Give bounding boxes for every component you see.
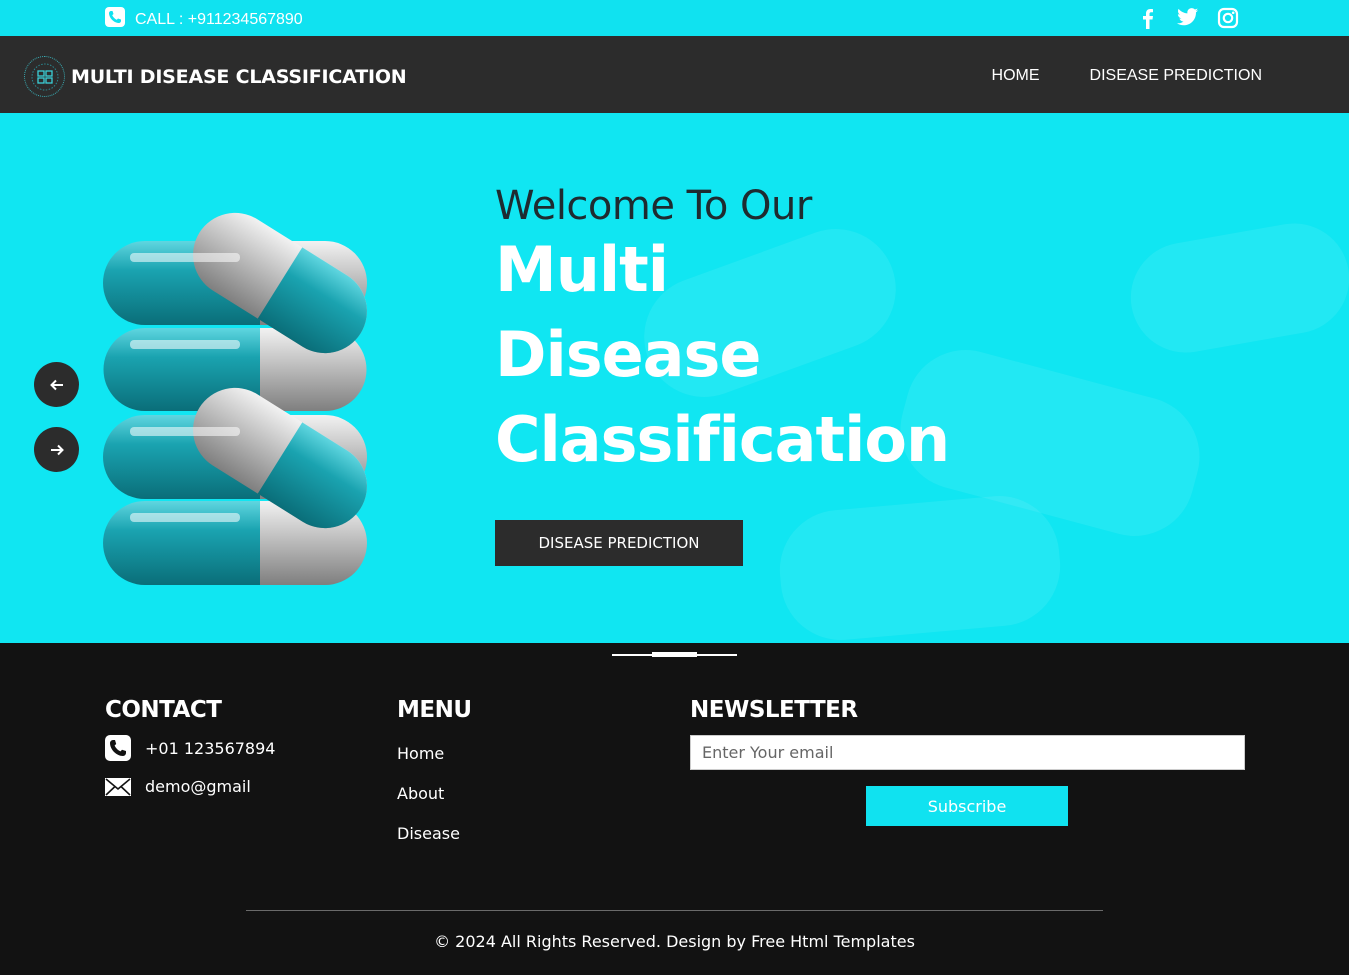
footer-newsletter: NEWSLETTER (690, 697, 858, 723)
facebook-icon[interactable] (1137, 7, 1159, 29)
nav-links: HOME DISEASE PREDICTION (992, 67, 1262, 85)
contact-email-row[interactable]: demo@gmail (105, 773, 251, 799)
phone-icon (105, 7, 125, 32)
brand-logo-icon (24, 56, 65, 97)
top-bar: CALL : +911234567890 (0, 0, 1349, 36)
slider-indicator[interactable] (697, 653, 737, 656)
copyright-text: © 2024 All Rights Reserved. Design by Fr… (434, 932, 915, 951)
menu-heading: MENU (397, 697, 472, 723)
subscribe-button[interactable]: Subscribe (866, 786, 1068, 826)
call-info[interactable]: CALL : +911234567890 (105, 7, 303, 32)
arrow-left-icon (49, 379, 63, 390)
background-pill-shape (774, 491, 1066, 643)
footer-menu-about-link[interactable]: About (397, 784, 444, 803)
slider-indicator-active[interactable] (652, 652, 697, 657)
hero-title-line-1: Multi (495, 233, 669, 306)
footer-divider (246, 910, 1103, 911)
newsletter-heading: NEWSLETTER (690, 697, 858, 723)
mail-icon (105, 773, 131, 799)
contact-phone-row[interactable]: +01 123567894 (105, 735, 275, 761)
contact-phone: +01 123567894 (145, 738, 276, 758)
footer-menu: MENU (397, 697, 472, 723)
slider-next-button[interactable] (34, 427, 79, 472)
slider-indicator[interactable] (612, 653, 652, 656)
nav-disease-prediction-link[interactable]: DISEASE PREDICTION (1090, 67, 1262, 85)
footer-contact: CONTACT (105, 697, 222, 723)
navbar: MULTI DISEASE CLASSIFICATION HOME DISEAS… (0, 36, 1349, 113)
nav-home-link[interactable]: HOME (992, 67, 1040, 85)
contact-heading: CONTACT (105, 697, 222, 723)
contact-email: demo@gmail (145, 776, 251, 796)
brand[interactable]: MULTI DISEASE CLASSIFICATION (24, 56, 407, 97)
social-links (1137, 7, 1239, 29)
twitter-icon[interactable] (1177, 7, 1199, 29)
slider-prev-button[interactable] (34, 362, 79, 407)
footer-menu-home-link[interactable]: Home (397, 744, 444, 763)
capsules-image (103, 212, 367, 585)
hero-disease-prediction-button[interactable]: DISEASE PREDICTION (495, 520, 743, 566)
footer-menu-disease-link[interactable]: Disease (397, 824, 460, 843)
background-pill-shape (1122, 214, 1349, 362)
brand-title: MULTI DISEASE CLASSIFICATION (71, 65, 407, 88)
instagram-icon[interactable] (1217, 7, 1239, 29)
arrow-right-icon (50, 444, 64, 455)
call-text: CALL : +911234567890 (135, 10, 303, 28)
hero-welcome-text: Welcome To Our (495, 183, 812, 229)
newsletter-email-input[interactable] (690, 735, 1245, 770)
phone-icon (105, 735, 131, 761)
slider-indicators (612, 652, 737, 657)
hero-title-line-3: Classification (495, 403, 950, 476)
hero-title-line-2: Disease (495, 318, 761, 391)
hero-slider: Welcome To Our Multi Disease Classificat… (0, 113, 1349, 643)
